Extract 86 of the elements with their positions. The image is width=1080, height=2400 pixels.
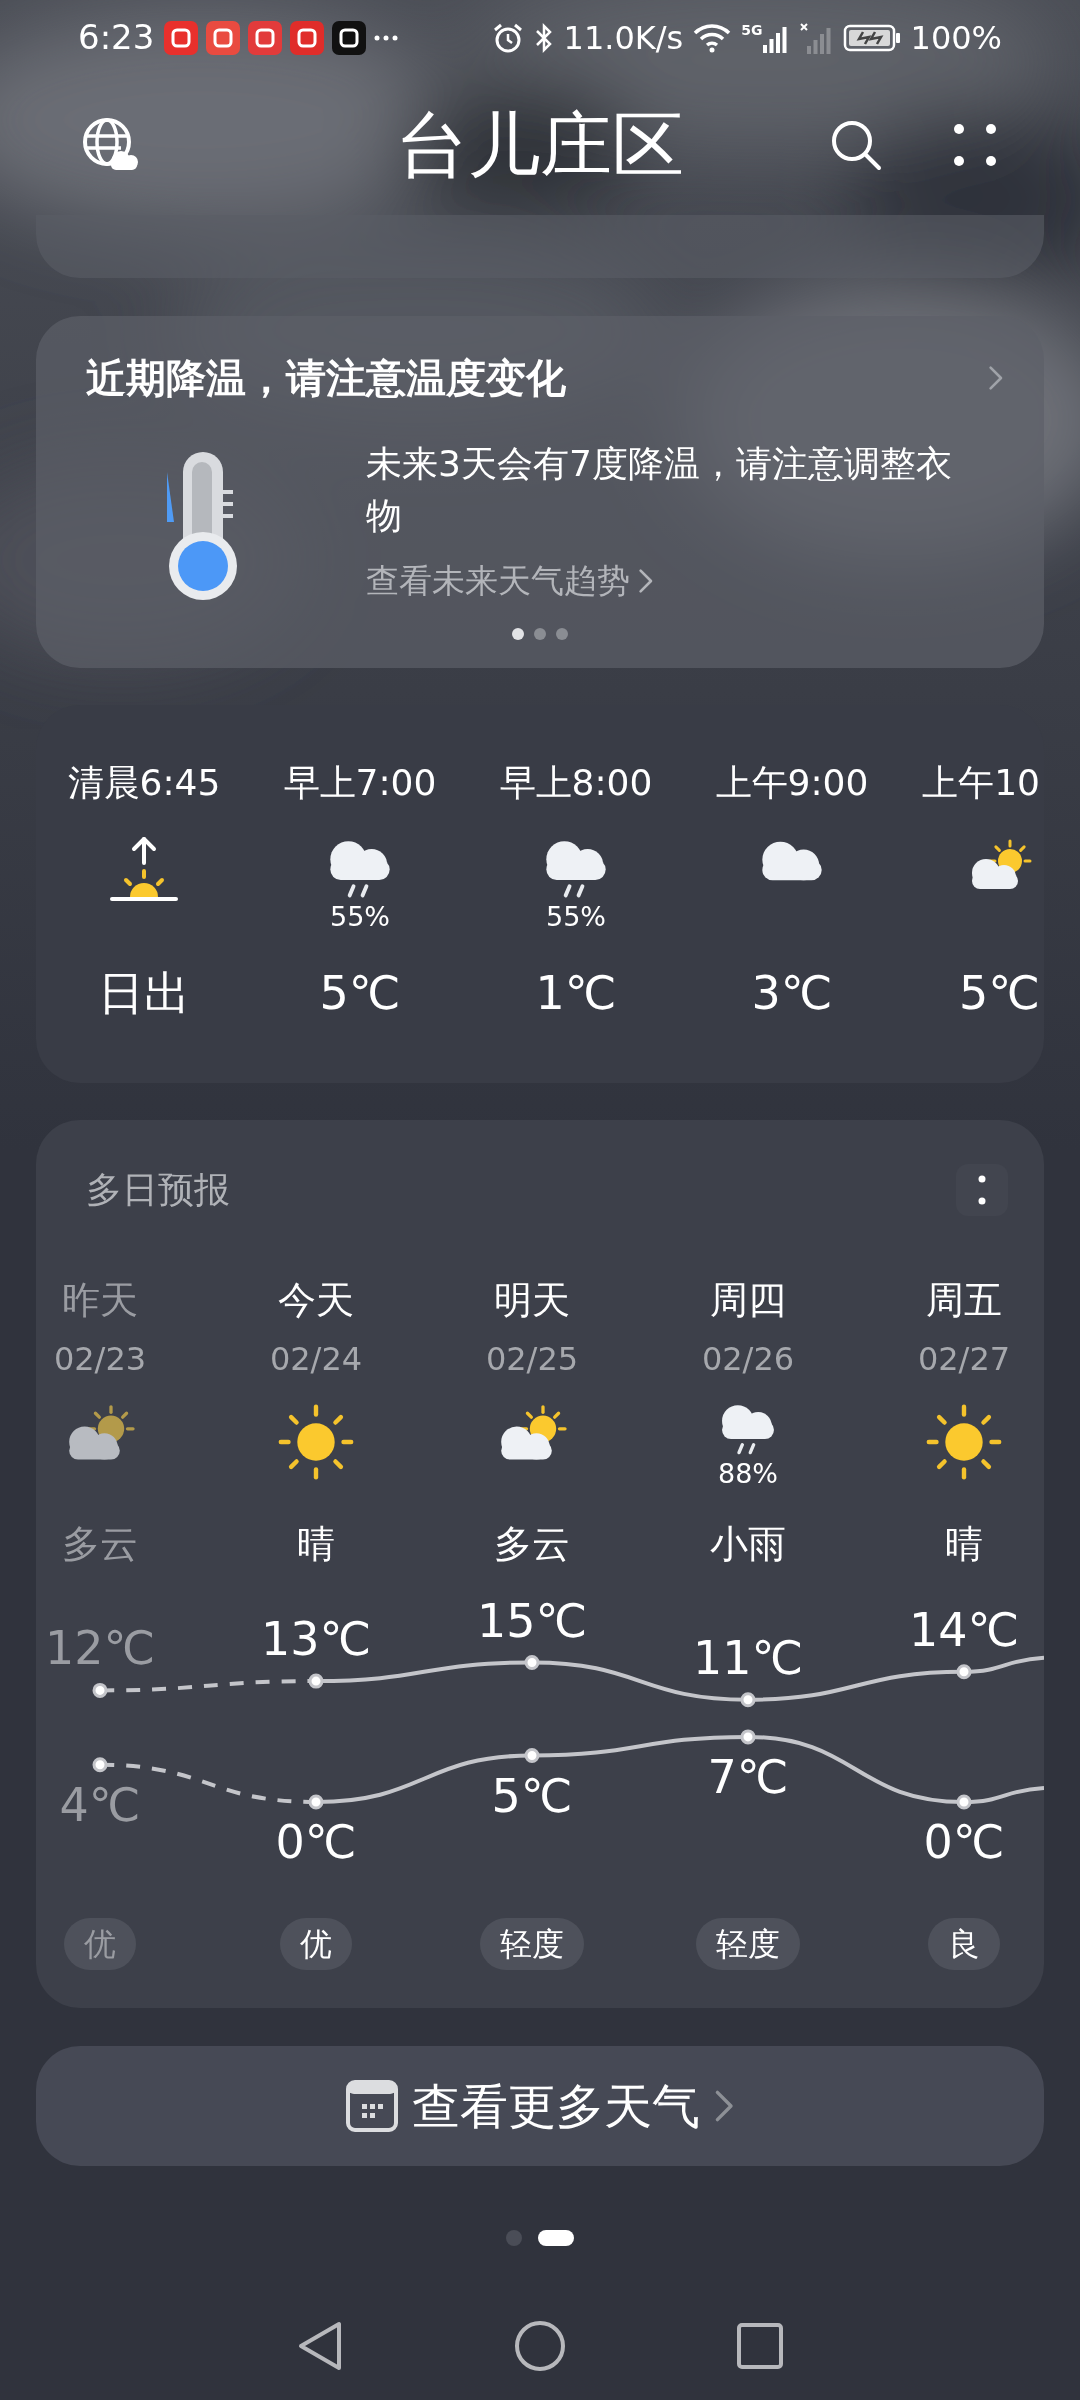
calendar-icon [345, 2080, 398, 2132]
temperature-label: 13℃ [260, 1612, 372, 1667]
temperature-point [740, 1729, 756, 1745]
no-signal-icon [798, 21, 833, 54]
temperature-label: 4℃ [59, 1777, 141, 1832]
alert-title: 近期降温，请注意温度变化 [86, 354, 566, 403]
hour-time: 早上7:00 [283, 761, 437, 805]
app-notification-icon [332, 20, 367, 55]
battery-level: 100% [910, 17, 1002, 59]
network-type: 5G [741, 22, 763, 37]
day-name: 明天 [494, 1277, 570, 1324]
hour-temperature: 1℃ [535, 965, 617, 1022]
vertical-dots-icon [978, 1175, 986, 1205]
weather-condition: 多云 [62, 1521, 138, 1568]
app-notification-icon [290, 20, 325, 55]
home-icon [514, 2320, 566, 2372]
clock-time: 6:23 [78, 16, 155, 59]
hour-temperature: 5℃ [319, 965, 401, 1022]
precipitation-chance: 88% [718, 1457, 778, 1490]
day-name: 昨天 [62, 1277, 138, 1324]
temperature-label: 14℃ [908, 1602, 1020, 1657]
app-notification-icon [248, 20, 283, 55]
alarm-icon [491, 21, 524, 54]
chevron-right-icon [713, 2089, 735, 2123]
temperature-label: 7℃ [707, 1749, 789, 1804]
air-quality-badge: 优 [64, 1918, 136, 1970]
weather-condition: 多云 [494, 1521, 570, 1568]
hour-time: 清晨6:45 [67, 761, 221, 805]
day-date: 02/24 [269, 1339, 363, 1380]
temperature-point [740, 1692, 756, 1708]
temperature-point [92, 1682, 108, 1698]
hour-temperature: 5℃ [959, 965, 1040, 1022]
more-notifications-icon [374, 34, 399, 41]
temperature-point [956, 1664, 972, 1680]
hour-temperature: 日出 [98, 965, 190, 1022]
precipitation-chance: 55% [330, 901, 390, 933]
day-date: 02/26 [701, 1339, 795, 1380]
hour-time: 上午9:00 [715, 761, 869, 805]
section-menu-button[interactable] [956, 1164, 1008, 1216]
wifi-icon [693, 22, 732, 53]
search-icon [829, 118, 883, 172]
air-quality-badge: 轻度 [480, 1918, 584, 1970]
day-date: 02/25 [485, 1339, 579, 1380]
air-quality-badge: 优 [280, 1918, 352, 1970]
weather-condition: 晴 [945, 1521, 983, 1568]
weather-condition: 晴 [297, 1521, 335, 1568]
hour-time: 上午10 [922, 761, 1040, 805]
forecast-trend-link[interactable]: 查看未来天气趋势 [366, 556, 654, 606]
app-notification-icon [164, 20, 199, 55]
hour-time: 早上8:00 [499, 761, 653, 805]
back-icon [297, 2320, 343, 2372]
battery-charging-icon [842, 22, 901, 53]
section-title: 多日预报 [86, 1168, 230, 1212]
temperature-point [956, 1794, 972, 1810]
day-date: 02/27 [917, 1339, 1011, 1380]
bluetooth-icon [533, 21, 554, 54]
day-name: 今天 [278, 1277, 354, 1324]
temperature-label: 12℃ [44, 1621, 156, 1676]
temperature-label: 0℃ [275, 1815, 357, 1869]
temperature-label: 0℃ [923, 1815, 1005, 1869]
chevron-right-icon [638, 567, 654, 594]
alert-card[interactable]: 近期降温，请注意温度变化 未来3天会有7度降温，请注意调整衣物 查看未来天气趋势 [36, 316, 1044, 668]
temperature-point [524, 1655, 540, 1670]
temperature-point [308, 1673, 324, 1689]
chevron-right-icon [988, 365, 1004, 391]
app-notification-icon [206, 20, 241, 55]
temperature-point [524, 1748, 540, 1763]
day-name: 周五 [926, 1277, 1002, 1324]
more-icon [953, 123, 997, 167]
temperature-label: 11℃ [692, 1630, 804, 1685]
air-quality-badge: 轻度 [696, 1918, 800, 1970]
hour-temperature: 3℃ [751, 965, 833, 1022]
temperature-point [92, 1757, 108, 1773]
alert-message: 未来3天会有7度降温，请注意调整衣物 [366, 442, 953, 538]
weather-condition: 小雨 [710, 1521, 786, 1568]
precipitation-chance: 55% [546, 901, 606, 933]
day-date: 02/23 [53, 1339, 147, 1380]
city-title: 台儿庄区 [395, 109, 685, 181]
network-speed: 11.0K/s [563, 17, 684, 59]
temperature-label: 15℃ [476, 1602, 588, 1648]
temperature-label: 5℃ [491, 1768, 573, 1823]
recents-icon [737, 2323, 783, 2369]
day-name: 周四 [710, 1277, 786, 1324]
air-quality-badge: 良 [928, 1918, 1000, 1970]
temperature-point [308, 1794, 324, 1810]
more-weather-button[interactable]: 查看更多天气 [36, 2046, 1044, 2166]
